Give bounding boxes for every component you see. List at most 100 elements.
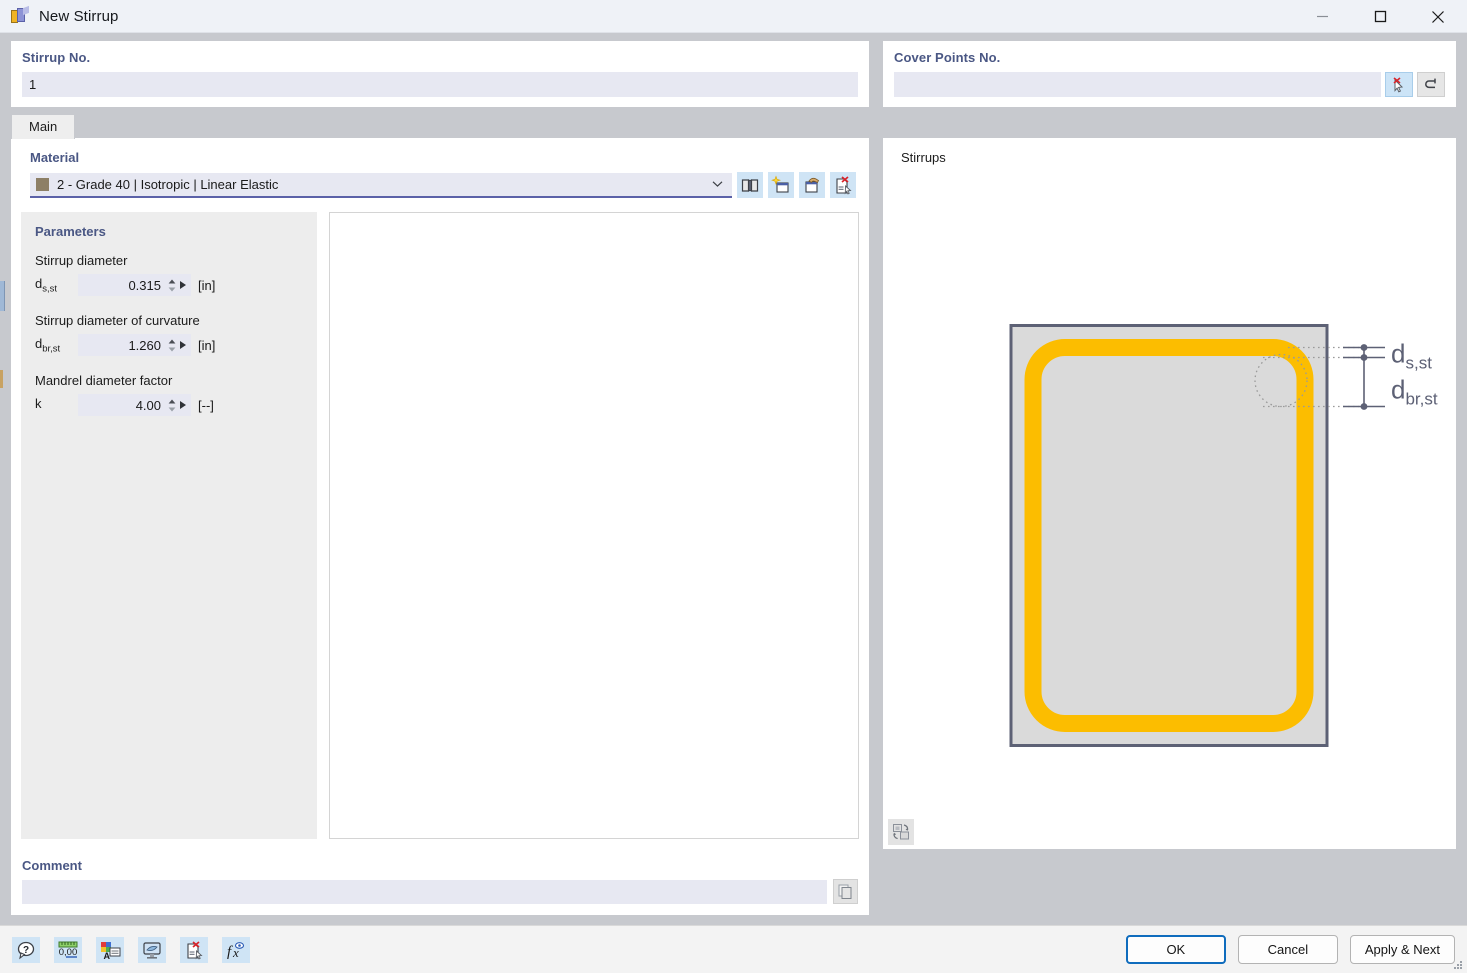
new-stirrup-dialog: New Stirrup Stirrup No.: [0, 0, 1467, 973]
apply-next-button[interactable]: Apply & Next: [1350, 935, 1455, 964]
delete-document-icon: [833, 175, 853, 195]
maximize-icon: [1374, 10, 1387, 23]
param-symbol: ds,st: [35, 276, 71, 295]
spinner-arrows[interactable]: [166, 339, 177, 352]
display-properties-button[interactable]: A: [96, 937, 124, 963]
spinner-expand-icon[interactable]: [179, 340, 187, 350]
cover-points-card: Cover Points No.: [883, 41, 1456, 107]
svg-text:?: ?: [23, 945, 29, 956]
svg-text:A: A: [104, 951, 111, 960]
cancel-button[interactable]: Cancel: [1238, 935, 1338, 964]
center-empty-panel: [329, 212, 859, 839]
view-orientation-button[interactable]: [888, 819, 914, 845]
ok-button[interactable]: OK: [1126, 935, 1226, 964]
mandrel-factor-input[interactable]: 4.00: [78, 394, 191, 416]
view-mode-button[interactable]: [138, 937, 166, 963]
spinner-down-icon: [168, 287, 176, 292]
new-material-button[interactable]: [768, 172, 794, 198]
spinner-expand-icon[interactable]: [179, 280, 187, 290]
cover-points-label: Cover Points No.: [894, 50, 1445, 65]
tab-strip: Main: [11, 113, 1456, 138]
minimize-icon: [1316, 10, 1329, 23]
param-symbol-sub: br,st: [42, 343, 60, 354]
book-icon: [740, 175, 760, 195]
left-edge-accent-2: [0, 370, 3, 388]
concrete-section: [1011, 326, 1327, 746]
curvature-diameter-input[interactable]: 1.260: [78, 334, 191, 356]
pick-cover-points-button[interactable]: [1385, 72, 1413, 97]
spinner-down-icon: [168, 347, 176, 352]
param-group-stirrup-diameter: Stirrup diameter ds,st 0.315: [35, 253, 303, 296]
param-symbol-main: k: [35, 396, 42, 411]
param-group-curvature-diameter: Stirrup diameter of curvature dbr,st 1.2…: [35, 313, 303, 356]
new-star-icon: [771, 175, 791, 195]
stirrup-cross-section-drawing: ds,st dbr,st: [893, 169, 1446, 902]
spinner-down-icon: [168, 407, 176, 412]
undo-arrow-icon: [1422, 76, 1440, 94]
delete-button[interactable]: [180, 937, 208, 963]
import-icon: [802, 175, 822, 195]
comment-templates-button[interactable]: [833, 879, 858, 904]
import-material-button[interactable]: [799, 172, 825, 198]
dim-dot-mid: [1361, 354, 1368, 361]
main-panel: Material 2 - Grade 40 | Isotropic | Line…: [11, 138, 869, 849]
color-palette-icon: A: [99, 940, 121, 960]
cover-points-input[interactable]: [894, 72, 1381, 97]
units-ruler-icon: 0,00: [57, 940, 79, 960]
spinner-arrows[interactable]: [166, 399, 177, 412]
param-value: 4.00: [78, 398, 166, 413]
param-label: Mandrel diameter factor: [35, 373, 303, 388]
spinner-up-icon: [168, 279, 176, 284]
delete-material-button[interactable]: [830, 172, 856, 198]
formula-button[interactable]: f x: [222, 937, 250, 963]
material-library-button[interactable]: [737, 172, 763, 198]
material-select[interactable]: 2 - Grade 40 | Isotropic | Linear Elasti…: [30, 173, 732, 198]
minimize-button[interactable]: [1293, 0, 1351, 33]
footer-tool-icons: ? 0,00 A: [12, 937, 250, 963]
comment-input[interactable]: [22, 880, 827, 904]
stirrup-icon: [11, 7, 29, 25]
stirrup-drawing-canvas[interactable]: ds,st dbr,st: [893, 169, 1446, 902]
maximize-button[interactable]: [1351, 0, 1409, 33]
chevron-down-icon: [712, 181, 723, 188]
stirrups-title: Stirrups: [901, 150, 1446, 165]
tab-main[interactable]: Main: [11, 114, 75, 139]
window-controls: [1293, 0, 1467, 33]
restore-cover-points-button[interactable]: [1417, 72, 1445, 97]
cursor-pick-icon: [1390, 76, 1408, 94]
material-selected-value: 2 - Grade 40 | Isotropic | Linear Elasti…: [57, 177, 278, 192]
window-title: New Stirrup: [39, 8, 118, 25]
param-symbol: dbr,st: [35, 336, 71, 355]
footer-buttons: OK Cancel Apply & Next: [1126, 935, 1455, 964]
stirrup-diameter-input[interactable]: 0.315: [78, 274, 191, 296]
param-unit: [--]: [198, 398, 214, 413]
delete-document-icon: [184, 940, 204, 960]
resize-grip-icon[interactable]: [1452, 959, 1464, 971]
param-symbol: k: [35, 396, 71, 415]
param-unit: [in]: [198, 278, 215, 293]
spinner-expand-icon[interactable]: [179, 400, 187, 410]
footer-bar: ? 0,00 A: [0, 925, 1467, 973]
spinner-up-icon: [168, 399, 176, 404]
close-button[interactable]: [1409, 0, 1467, 33]
rotate-view-icon: [891, 822, 911, 842]
title-bar: New Stirrup: [0, 0, 1467, 33]
dim-label-dbr-st: dbr,st: [1391, 375, 1438, 409]
material-row: 2 - Grade 40 | Isotropic | Linear Elasti…: [30, 172, 859, 198]
units-button[interactable]: 0,00: [54, 937, 82, 963]
dim-dot-top: [1361, 344, 1368, 351]
stirrup-no-input[interactable]: 1: [22, 72, 858, 97]
param-label: Stirrup diameter of curvature: [35, 313, 303, 328]
param-symbol-sub: s,st: [42, 283, 57, 294]
material-label: Material: [30, 150, 859, 165]
spinner-arrows[interactable]: [166, 279, 177, 292]
parameters-split: Parameters Stirrup diameter ds,st 0.315: [21, 212, 859, 839]
param-label: Stirrup diameter: [35, 253, 303, 268]
dim-dot-bottom: [1361, 403, 1368, 410]
close-icon: [1431, 10, 1445, 24]
param-unit: [in]: [198, 338, 215, 353]
stirrup-no-card: Stirrup No. 1: [11, 41, 869, 107]
dialog-body: Material 2 - Grade 40 | Isotropic | Line…: [0, 138, 1467, 849]
parameters-title: Parameters: [35, 224, 303, 239]
help-button[interactable]: ?: [12, 937, 40, 963]
